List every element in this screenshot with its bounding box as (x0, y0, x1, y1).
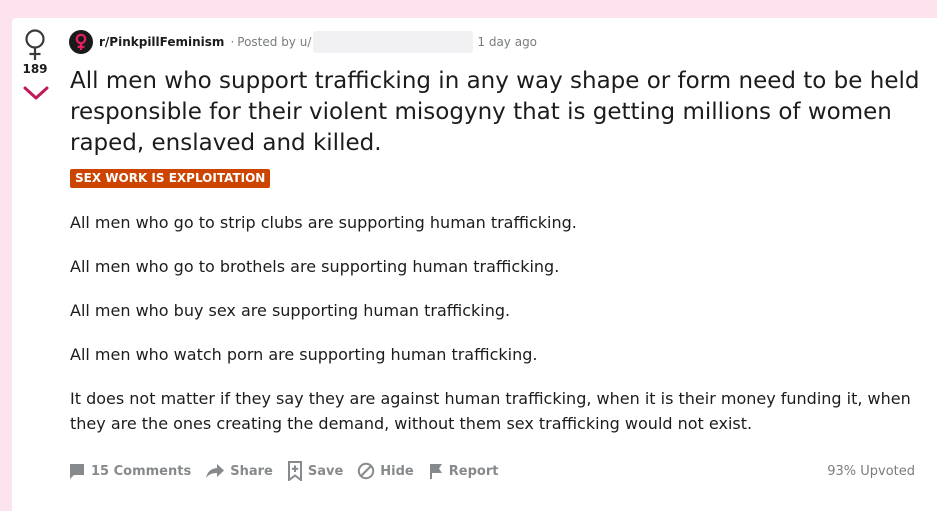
body-paragraph: All men who buy sex are supporting human… (70, 301, 511, 320)
body-paragraph: All men who go to brothels are supportin… (70, 257, 560, 276)
share-arrow-icon (206, 464, 225, 478)
comments-label: 15 Comments (91, 463, 192, 479)
subreddit-link[interactable]: r/PinkpillFeminism (99, 35, 224, 49)
hide-label: Hide (380, 463, 414, 479)
post-title[interactable]: All men who support trafficking in any w… (70, 66, 920, 159)
body-paragraph: All men who go to strip clubs are suppor… (70, 213, 577, 232)
posted-by-label: Posted by u/ (237, 35, 312, 49)
downvote-chevron-down-icon[interactable] (22, 84, 50, 102)
bookmark-icon (287, 461, 302, 481)
comment-icon (70, 464, 84, 479)
vote-score: 189 (22, 62, 48, 76)
redacted-username (313, 31, 474, 53)
post-meta: r/PinkpillFeminism · Posted by u/ 1 day … (69, 30, 537, 54)
post-time[interactable]: 1 day ago (477, 35, 537, 49)
report-label: Report (448, 463, 499, 479)
post-flair[interactable]: SEX WORK IS EXPLOITATION (70, 169, 271, 188)
upvote-female-symbol-icon[interactable] (22, 28, 48, 62)
flag-icon (429, 464, 442, 479)
hide-circle-icon (358, 462, 375, 480)
subreddit-female-symbol-icon[interactable] (69, 30, 93, 54)
share-label: Share (230, 463, 273, 479)
share-button[interactable]: Share (205, 462, 273, 480)
upvote-ratio: 93% Upvoted (827, 463, 915, 479)
hide-button[interactable]: Hide (357, 462, 414, 480)
post-card: 189 r/PinkpillFeminism · Posted by u/ 1 … (12, 18, 937, 511)
comments-button[interactable]: 15 Comments (68, 462, 191, 480)
save-button[interactable]: Save (287, 461, 343, 481)
meta-separator: · (230, 35, 235, 49)
save-label: Save (307, 463, 344, 479)
post-body: All men who go to strip clubs are suppor… (70, 210, 930, 455)
post-action-bar: 15 Comments Share Save Hide Report 93% U… (68, 456, 915, 486)
body-paragraph: All men who watch porn are supporting hu… (70, 345, 538, 364)
body-paragraph: It does not matter if they say they are … (70, 389, 911, 433)
report-button[interactable]: Report (428, 462, 499, 480)
